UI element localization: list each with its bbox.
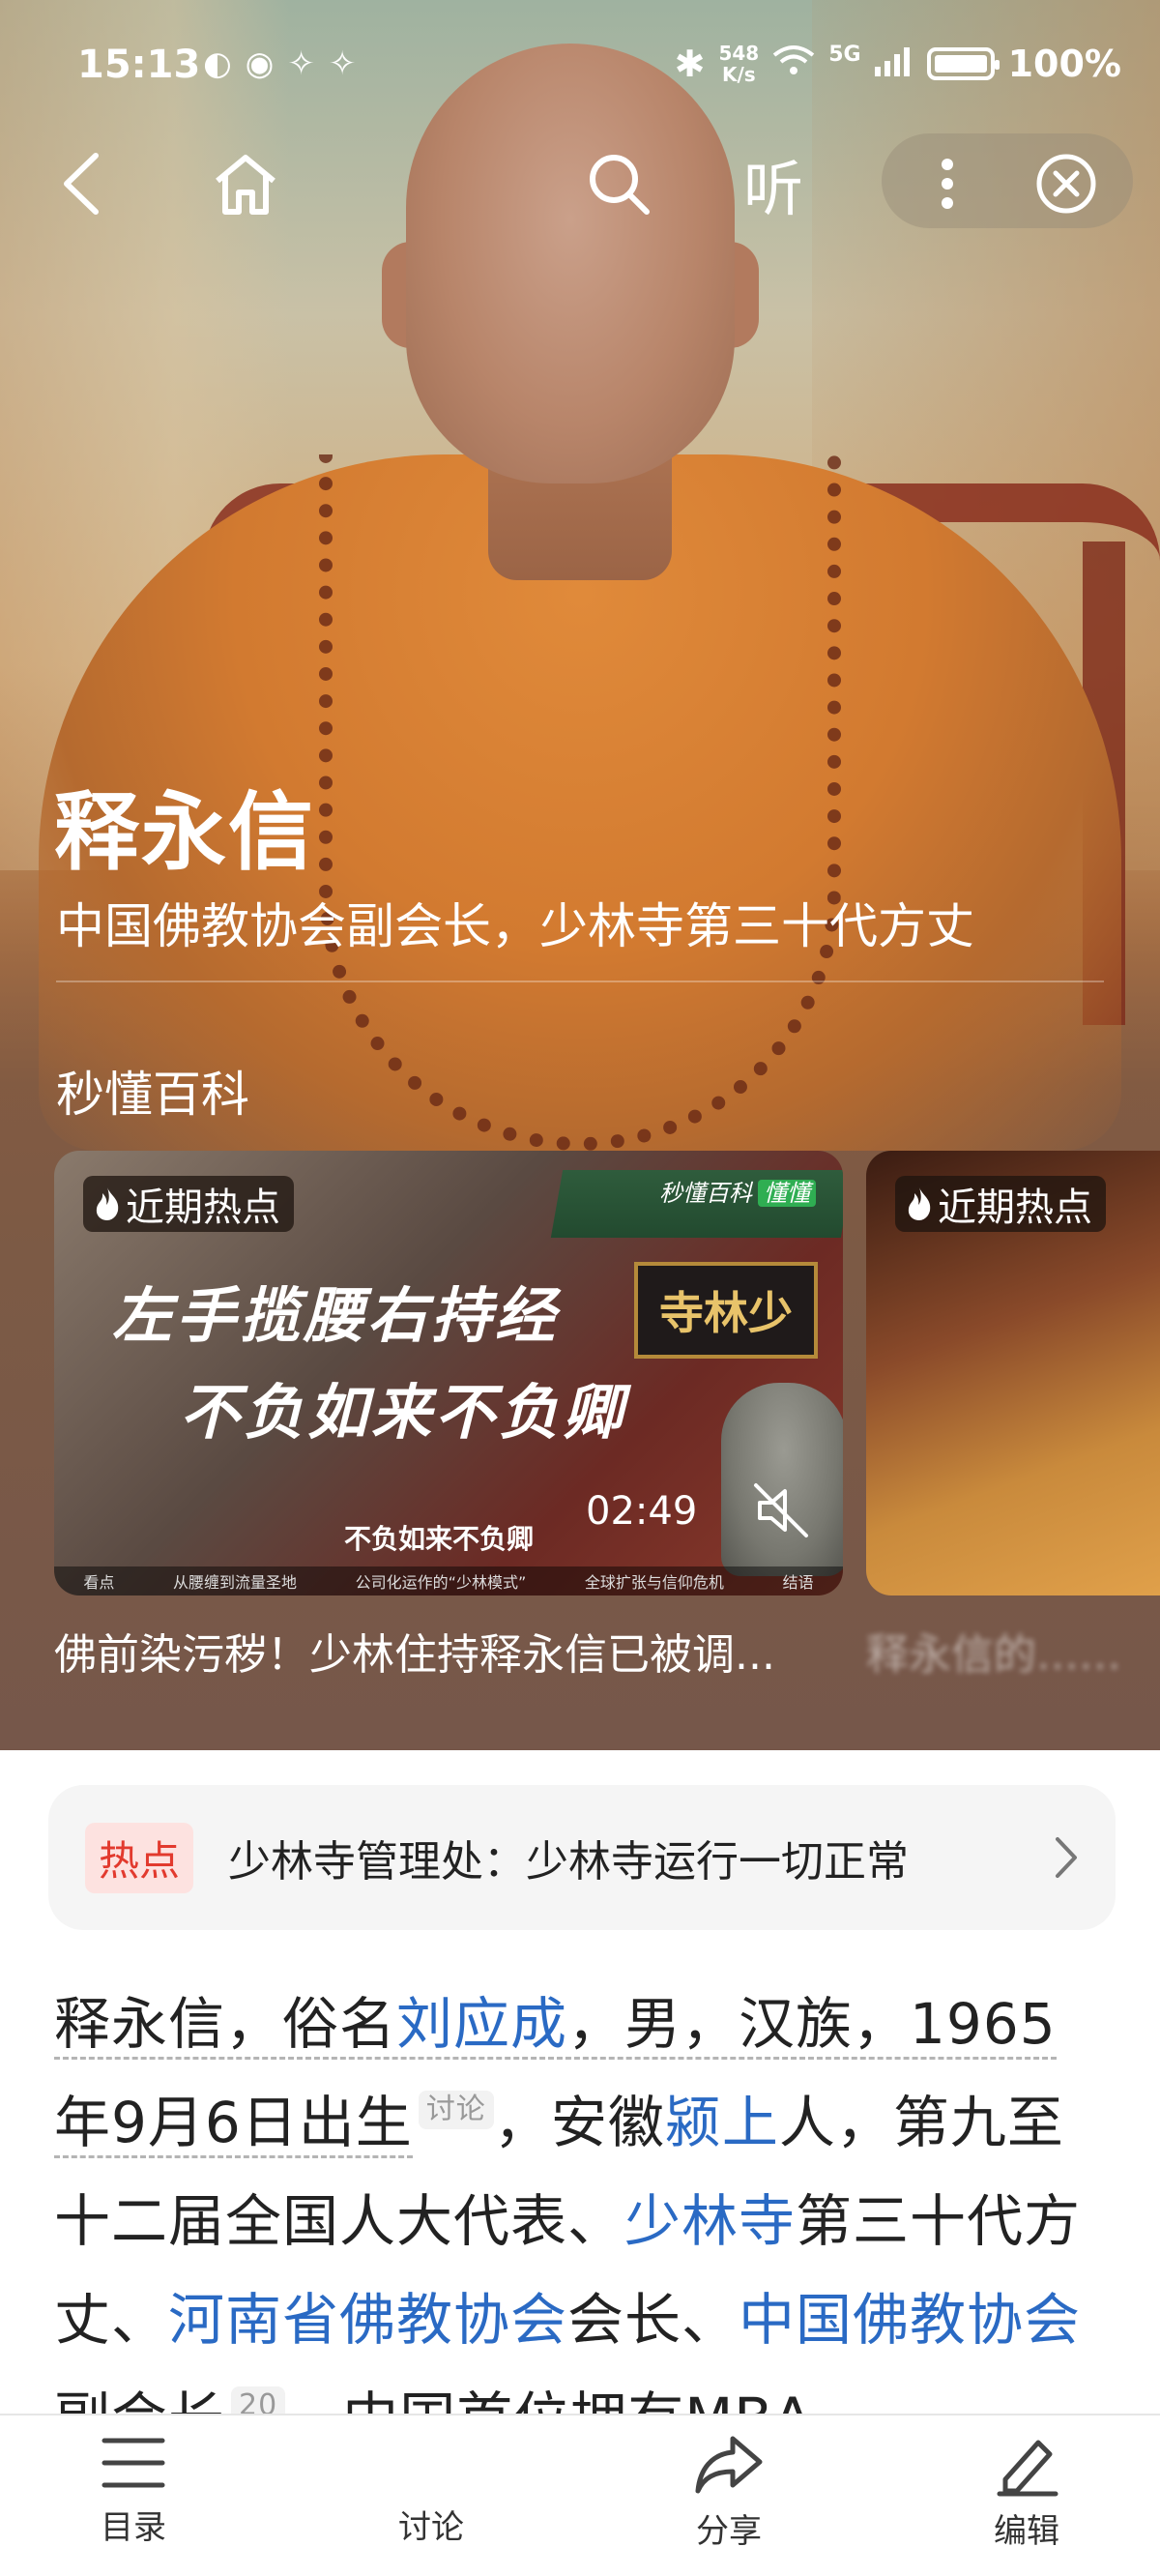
- chapter-label: 全球扩张与信仰危机: [584, 1573, 724, 1592]
- flame-icon: [908, 1187, 931, 1220]
- video-overlay-text: 左手揽腰右持经: [112, 1280, 560, 1351]
- brand-name: 秒懂百科: [659, 1180, 752, 1207]
- hot-tag: 近期热点: [83, 1176, 294, 1232]
- app-icon: ✧: [328, 44, 357, 83]
- home-button[interactable]: [207, 145, 284, 222]
- link-shaolin-temple[interactable]: 少林寺: [624, 2188, 796, 2254]
- bottom-toolbar: 目录 讨论 分享 编辑: [0, 2414, 1160, 2576]
- chapter-label: 看点: [83, 1573, 115, 1592]
- battery-icon: [926, 47, 1000, 80]
- wifi-icon: [772, 43, 815, 85]
- status-system-icons: ✱ 548 K/s 5G 100%: [675, 43, 1121, 85]
- link-hometown[interactable]: 颍上: [665, 2090, 779, 2155]
- link-birth-name[interactable]: 刘应成: [396, 1991, 567, 2057]
- temple-sign: 寺林少: [634, 1262, 818, 1359]
- intro-text: 释永信，俗名: [54, 1991, 397, 2057]
- signal-icon: [874, 43, 914, 85]
- top-navigation: 听: [0, 126, 1160, 232]
- back-button[interactable]: [43, 145, 120, 222]
- quick-section-title: 秒懂百科: [56, 1067, 249, 1123]
- battery-level: 100%: [1007, 43, 1121, 85]
- search-button[interactable]: [580, 145, 657, 222]
- video-caption: 不负如来不负卿: [344, 1523, 535, 1555]
- intro-text: ，安徽: [493, 2090, 665, 2155]
- network-type: 5G: [828, 43, 861, 67]
- status-bar: 15:13 ◐ ◉ ✧ ✧ ✱ 548 K/s 5G 100%: [0, 0, 1160, 135]
- tab-edit[interactable]: 编辑: [930, 2433, 1123, 2576]
- video-card-title[interactable]: 佛前染污秽！少林住持释永信已被调...: [54, 1620, 843, 1682]
- status-time: 15:13: [77, 43, 201, 87]
- close-circle-icon: [1036, 154, 1096, 214]
- brand-watermark: 秒懂百科 懂懂: [659, 1174, 816, 1208]
- status-notification-icons: ◐ ◉ ✧ ✧: [203, 44, 356, 83]
- hero-header: 15:13 ◐ ◉ ✧ ✧ ✱ 548 K/s 5G 100% 听 释永信 中国…: [0, 0, 1160, 1750]
- home-icon: [216, 155, 276, 215]
- listen-label: 听: [742, 154, 803, 224]
- menu-list-icon: [102, 2438, 165, 2488]
- chapter-label: 从腰缠到流量圣地: [173, 1573, 298, 1592]
- hot-tag: 近期热点: [895, 1176, 1106, 1232]
- hot-tag-label: 近期热点: [938, 1186, 1092, 1230]
- mute-icon: [754, 1483, 808, 1537]
- video-card[interactable]: 寺林少 秒懂百科 懂懂 近期热点 左手揽腰右持经 不负如来不负卿 不负如来不负卿 …: [54, 1151, 843, 1595]
- divider: [56, 981, 1104, 982]
- network-speed: 548 K/s: [718, 43, 759, 85]
- entry-summary: 中国佛教协会副会长，少林寺第三十代方丈: [56, 898, 974, 954]
- chevron-right-icon: [1056, 1837, 1077, 1878]
- citation-badge[interactable]: 讨论: [418, 2091, 494, 2129]
- tab-label: 分享: [696, 2512, 762, 2551]
- search-icon: [590, 155, 650, 215]
- tab-share[interactable]: 分享: [632, 2433, 826, 2576]
- share-icon: [695, 2436, 763, 2494]
- app-icon: ✧: [287, 44, 315, 83]
- chapter-label: 公司化运作的“少林模式”: [355, 1573, 527, 1592]
- hot-news-text: 少林寺管理处：少林寺运行一切正常: [228, 1837, 910, 1887]
- more-vertical-icon: [942, 159, 953, 209]
- link-henan-buddhist-association[interactable]: 河南省佛教协会: [168, 2287, 567, 2353]
- more-button[interactable]: [909, 145, 986, 222]
- hot-tag-label: 近期热点: [126, 1186, 280, 1230]
- video-duration: 02:49: [586, 1489, 698, 1534]
- chapter-label: 结语: [782, 1573, 814, 1592]
- network-speed-value: 548: [718, 42, 760, 65]
- link-china-buddhist-association[interactable]: 中国佛教协会: [739, 2287, 1081, 2353]
- hot-news-bar[interactable]: 热点 少林寺管理处：少林寺运行一切正常: [48, 1785, 1116, 1930]
- tab-catalog[interactable]: 目录: [37, 2433, 230, 2576]
- edit-icon: [997, 2440, 1058, 2497]
- tab-label: 目录: [101, 2508, 166, 2547]
- network-speed-unit: K/s: [721, 63, 756, 86]
- tab-discussion[interactable]: 讨论: [334, 2433, 528, 2576]
- back-arrow-icon: [64, 153, 99, 215]
- intro-text: 会长、: [567, 2287, 740, 2353]
- tab-label: 讨论: [398, 2508, 464, 2547]
- close-button[interactable]: [1028, 145, 1105, 222]
- discussion-icon: [396, 2433, 466, 2493]
- eye-icon: ◉: [245, 44, 275, 83]
- entry-title: 释永信: [54, 782, 316, 882]
- mute-button[interactable]: [750, 1479, 812, 1545]
- chapter-strip: 看点 从腰缠到流量圣地 公司化运作的“少林模式” 全球扩张与信仰危机 结语: [54, 1566, 843, 1595]
- hot-badge: 热点: [85, 1822, 194, 1893]
- brand-badge: 懂懂: [758, 1180, 816, 1207]
- listen-button[interactable]: 听: [735, 145, 812, 224]
- tab-label: 编辑: [994, 2512, 1059, 2551]
- flame-icon: [96, 1187, 119, 1220]
- intro-paragraph: 释永信，俗名刘应成，男，汉族，1965年9月6日出生 讨论 ，安徽颍上人，第九至十二…: [54, 1975, 1108, 2468]
- notification-icon: ◐: [203, 44, 232, 83]
- video-card-title[interactable]: 释永信的……: [866, 1620, 1160, 1682]
- entry-content: 热点 少林寺管理处：少林寺运行一切正常 释永信，俗名刘应成，男，汉族，1965年…: [0, 1750, 1160, 2451]
- bluetooth-icon: ✱: [674, 43, 706, 85]
- video-overlay-text: 不负如来不负卿: [180, 1377, 627, 1448]
- video-card[interactable]: 近期热点: [866, 1151, 1160, 1595]
